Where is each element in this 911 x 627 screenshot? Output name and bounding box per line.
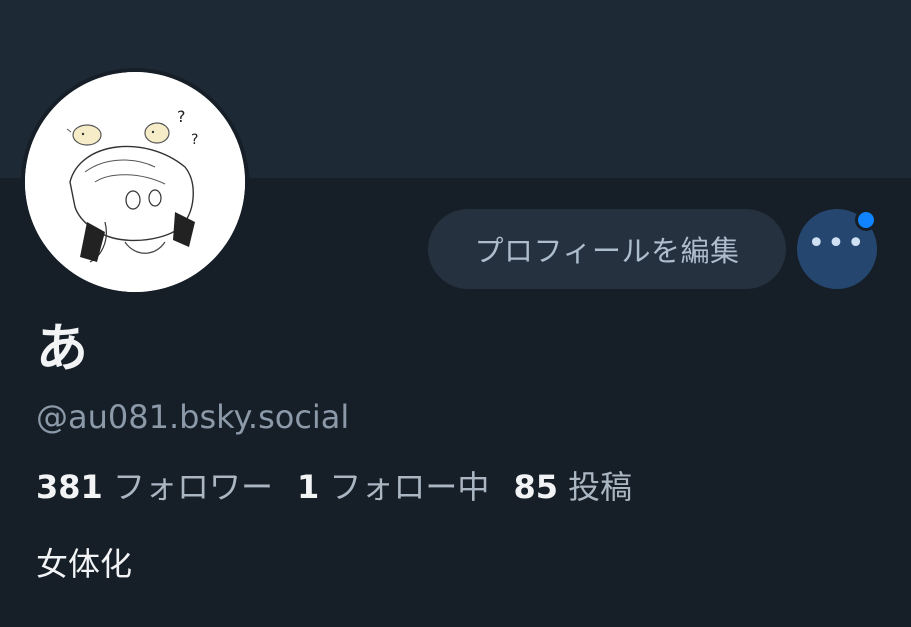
following-label: フォロー中: [329, 468, 490, 506]
posts-label: 投稿: [568, 468, 633, 506]
ellipsis-icon: •••: [807, 226, 867, 261]
profile-stats: 381 フォロワー 1 フォロー中 85 投稿: [36, 466, 656, 508]
chick-icon: [144, 122, 170, 144]
notification-dot: [855, 209, 877, 231]
followers-count: 381: [36, 468, 103, 506]
anime-character-avatar-icon: ? ?: [25, 72, 245, 292]
following-stat[interactable]: 1 フォロー中: [297, 468, 489, 506]
profile-bio: 女体化: [36, 545, 133, 583]
edit-profile-label: プロフィールを編集: [474, 234, 740, 268]
profile-handle: @au081.bsky.social: [36, 398, 350, 436]
edit-profile-button[interactable]: プロフィールを編集: [428, 209, 786, 289]
posts-stat: 85 投稿: [513, 468, 632, 506]
following-count: 1: [296, 468, 320, 506]
display-name: あ: [36, 319, 89, 379]
avatar[interactable]: ? ?: [21, 68, 249, 296]
profile-page: ? ? プロフィールを編集 ••• あ @au081.bsky.social 3…: [0, 0, 911, 627]
svg-text:?: ?: [191, 132, 198, 148]
followers-stat[interactable]: 381 フォロワー: [36, 468, 273, 506]
posts-count: 85: [513, 468, 558, 506]
followers-label: フォロワー: [112, 468, 273, 506]
svg-text:?: ?: [177, 107, 186, 126]
